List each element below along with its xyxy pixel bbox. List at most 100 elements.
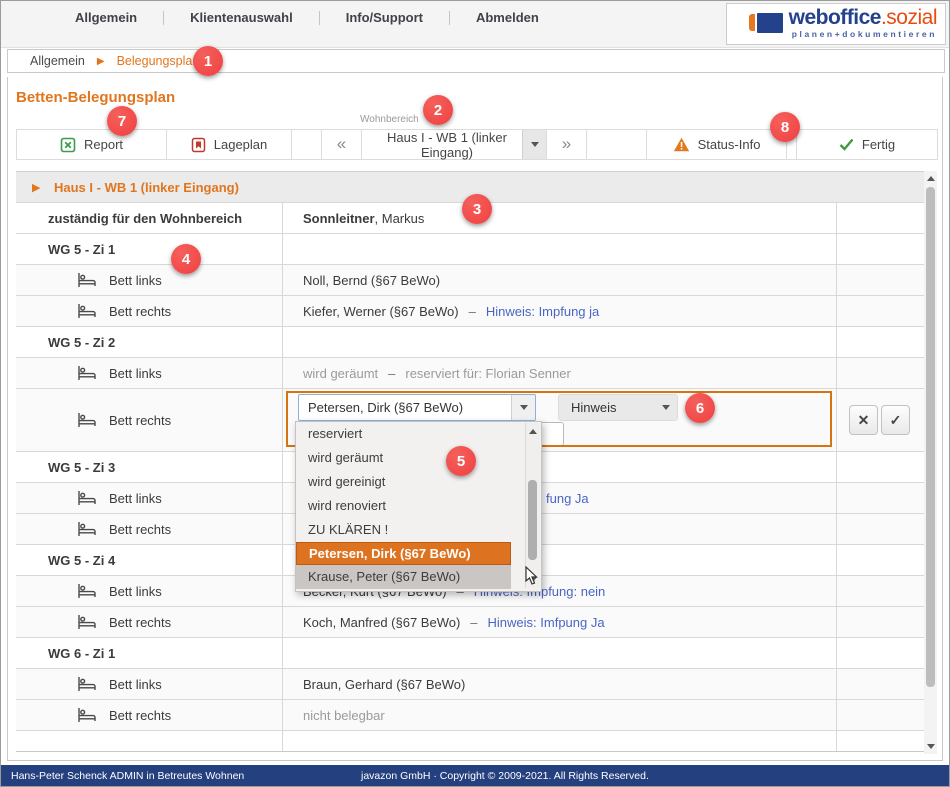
row-value-cell[interactable] (283, 638, 837, 668)
row-action-cell (837, 545, 923, 575)
row-action-cell (837, 576, 923, 606)
cancel-edit-button[interactable]: ✕ (849, 405, 878, 435)
row-label: zuständig für den Wohnbereich (48, 211, 242, 226)
occupant-name: Kiefer, Werner (§67 BeWo) (303, 304, 459, 319)
excel-icon (60, 137, 76, 153)
scroll-down-arrow-icon[interactable] (927, 744, 935, 749)
row-label-cell: Bett rechts (16, 514, 283, 544)
bed-label: Bett links (109, 584, 162, 599)
bed-label: Bett links (109, 273, 162, 288)
row-value-cell[interactable]: nicht belegbar (283, 700, 837, 730)
combobox-dropdown-button[interactable] (511, 395, 535, 420)
dash-separator: – (469, 304, 476, 319)
bed-icon (78, 491, 96, 505)
hinweis-text-partial: fung Ja (546, 491, 589, 506)
dropdown-scrollbar[interactable] (525, 423, 540, 588)
menu-item-allgemein[interactable]: Allgemein (49, 10, 163, 25)
row-action-cell (837, 514, 923, 544)
breadcrumb-current: Belegungsplan (117, 54, 200, 68)
row-action-cell (837, 731, 923, 751)
row-label-cell: Bett rechts (16, 389, 283, 451)
occupant-combobox[interactable]: Petersen, Dirk (§67 BeWo) (298, 394, 536, 421)
toolbar: Report Lageplan « Haus I - WB 1 (linker … (16, 129, 938, 160)
footer-copyright: javazon GmbH · Copyright © 2009-2021. Al… (361, 765, 649, 787)
table-row: Bett linkswird geräumt–reserviert für: F… (16, 358, 937, 389)
logo-name: weboffice (789, 6, 881, 29)
chevron-down-icon (531, 142, 539, 147)
row-action-cell (837, 700, 923, 730)
menu-item-abmelden[interactable]: Abmelden (450, 10, 565, 25)
bed-icon (78, 615, 96, 629)
hinweis-text[interactable]: Hinweis: Imfpung Ja (488, 615, 605, 630)
row-value-cell[interactable] (283, 234, 837, 264)
status-info-label: Status-Info (698, 137, 761, 152)
check-icon (839, 138, 854, 151)
dropdown-option[interactable]: wird renoviert (296, 494, 499, 518)
bed-label: Bett rechts (109, 413, 171, 428)
main-menu: Allgemein Klientenauswahl Info/Support A… (49, 10, 565, 25)
annotation-badge-2: 2 (423, 95, 453, 125)
room-label: WG 6 - Zi 1 (48, 646, 115, 661)
main-content: Betten-Belegungsplan Wohnbereich Report … (7, 77, 943, 761)
footer-user-info: Hans-Peter Schenck ADMIN in Betreutes Wo… (11, 765, 244, 787)
row-value-cell[interactable]: Braun, Gerhard (§67 BeWo) (283, 669, 837, 699)
row-label-cell: WG 5 - Zi 3 (16, 452, 283, 482)
menu-item-info-support[interactable]: Info/Support (320, 10, 449, 25)
scrollbar-thumb[interactable] (528, 480, 537, 560)
row-value-cell[interactable] (283, 731, 837, 751)
table-vertical-scrollbar[interactable] (924, 171, 937, 754)
row-action-cell (837, 358, 923, 388)
dropdown-option[interactable]: reserviert (296, 422, 499, 446)
room-label: WG 5 - Zi 1 (48, 242, 115, 257)
hinweis-text[interactable]: Hinweis: Impfung ja (486, 304, 599, 319)
prev-wohnbereich-button[interactable]: « (322, 130, 362, 159)
row-value-cell[interactable]: wird geräumt–reserviert für: Florian Sen… (283, 358, 837, 388)
table-row (16, 731, 937, 752)
wohnbereich-dropdown-button[interactable] (522, 130, 546, 159)
report-button[interactable]: Report (17, 130, 167, 159)
annotation-badge-7: 7 (107, 106, 137, 136)
group-title: Haus I - WB 1 (linker Eingang) (54, 180, 239, 195)
lageplan-label: Lageplan (214, 137, 268, 152)
row-label-cell: Bett links (16, 265, 283, 295)
next-wohnbereich-button[interactable]: » (547, 130, 587, 159)
annotation-badge-3: 3 (462, 194, 492, 224)
row-label-cell: Bett links (16, 483, 283, 513)
row-value-cell[interactable] (283, 327, 837, 357)
hinweis-select[interactable]: Hinweis (558, 394, 678, 421)
bed-label: Bett rechts (109, 708, 171, 723)
row-value-cell[interactable]: Koch, Manfred (§67 BeWo)–Hinweis: Imfpun… (283, 607, 837, 637)
row-action-cell (837, 265, 923, 295)
scroll-up-arrow-icon[interactable] (927, 176, 935, 181)
dropdown-option-hovered[interactable]: Krause, Peter (§67 BeWo) (296, 565, 511, 589)
bed-icon (78, 522, 96, 536)
row-value-cell[interactable]: Kiefer, Werner (§67 BeWo)–Hinweis: Impfu… (283, 296, 837, 326)
row-label-cell: Bett rechts (16, 700, 283, 730)
breadcrumb-root[interactable]: Allgemein (30, 54, 85, 68)
room-label: WG 5 - Zi 2 (48, 335, 115, 350)
app-logo: weboffice.sozial planen+dokumentieren (726, 3, 946, 45)
menu-item-klientenauswahl[interactable]: Klientenauswahl (164, 10, 319, 25)
scroll-up-arrow-icon[interactable] (529, 429, 537, 434)
triangle-right-icon: ▶ (32, 181, 40, 194)
row-value-cell[interactable]: Sonnleitner, Markus (283, 203, 837, 233)
dropdown-option-selected[interactable]: Petersen, Dirk (§67 BeWo) (296, 542, 511, 565)
lageplan-button[interactable]: Lageplan (167, 130, 292, 159)
row-label-cell: WG 5 - Zi 1 (16, 234, 283, 264)
hinweis-dropdown-button[interactable] (654, 395, 677, 420)
table-row: WG 5 - Zi 1 (16, 234, 937, 265)
row-value-cell[interactable]: Noll, Bernd (§67 BeWo) (283, 265, 837, 295)
dash-separator: – (388, 366, 395, 381)
room-label: WG 5 - Zi 3 (48, 460, 115, 475)
table-row: Bett rechtsKiefer, Werner (§67 BeWo)–Hin… (16, 296, 937, 327)
status-info-button[interactable]: Status-Info (647, 130, 787, 159)
room-label: WG 5 - Zi 4 (48, 553, 115, 568)
reservation-note: reserviert für: Florian Senner (405, 366, 570, 381)
row-action-cell (837, 669, 923, 699)
scrollbar-thumb[interactable] (926, 187, 935, 687)
dropdown-option[interactable]: ZU KLÄREN ! (296, 518, 499, 542)
fertig-button[interactable]: Fertig (797, 130, 937, 159)
row-label-cell: zuständig für den Wohnbereich (16, 203, 283, 233)
wohnbereich-select[interactable]: Haus I - WB 1 (linker Eingang) (362, 130, 547, 159)
confirm-edit-button[interactable]: ✓ (881, 405, 910, 435)
